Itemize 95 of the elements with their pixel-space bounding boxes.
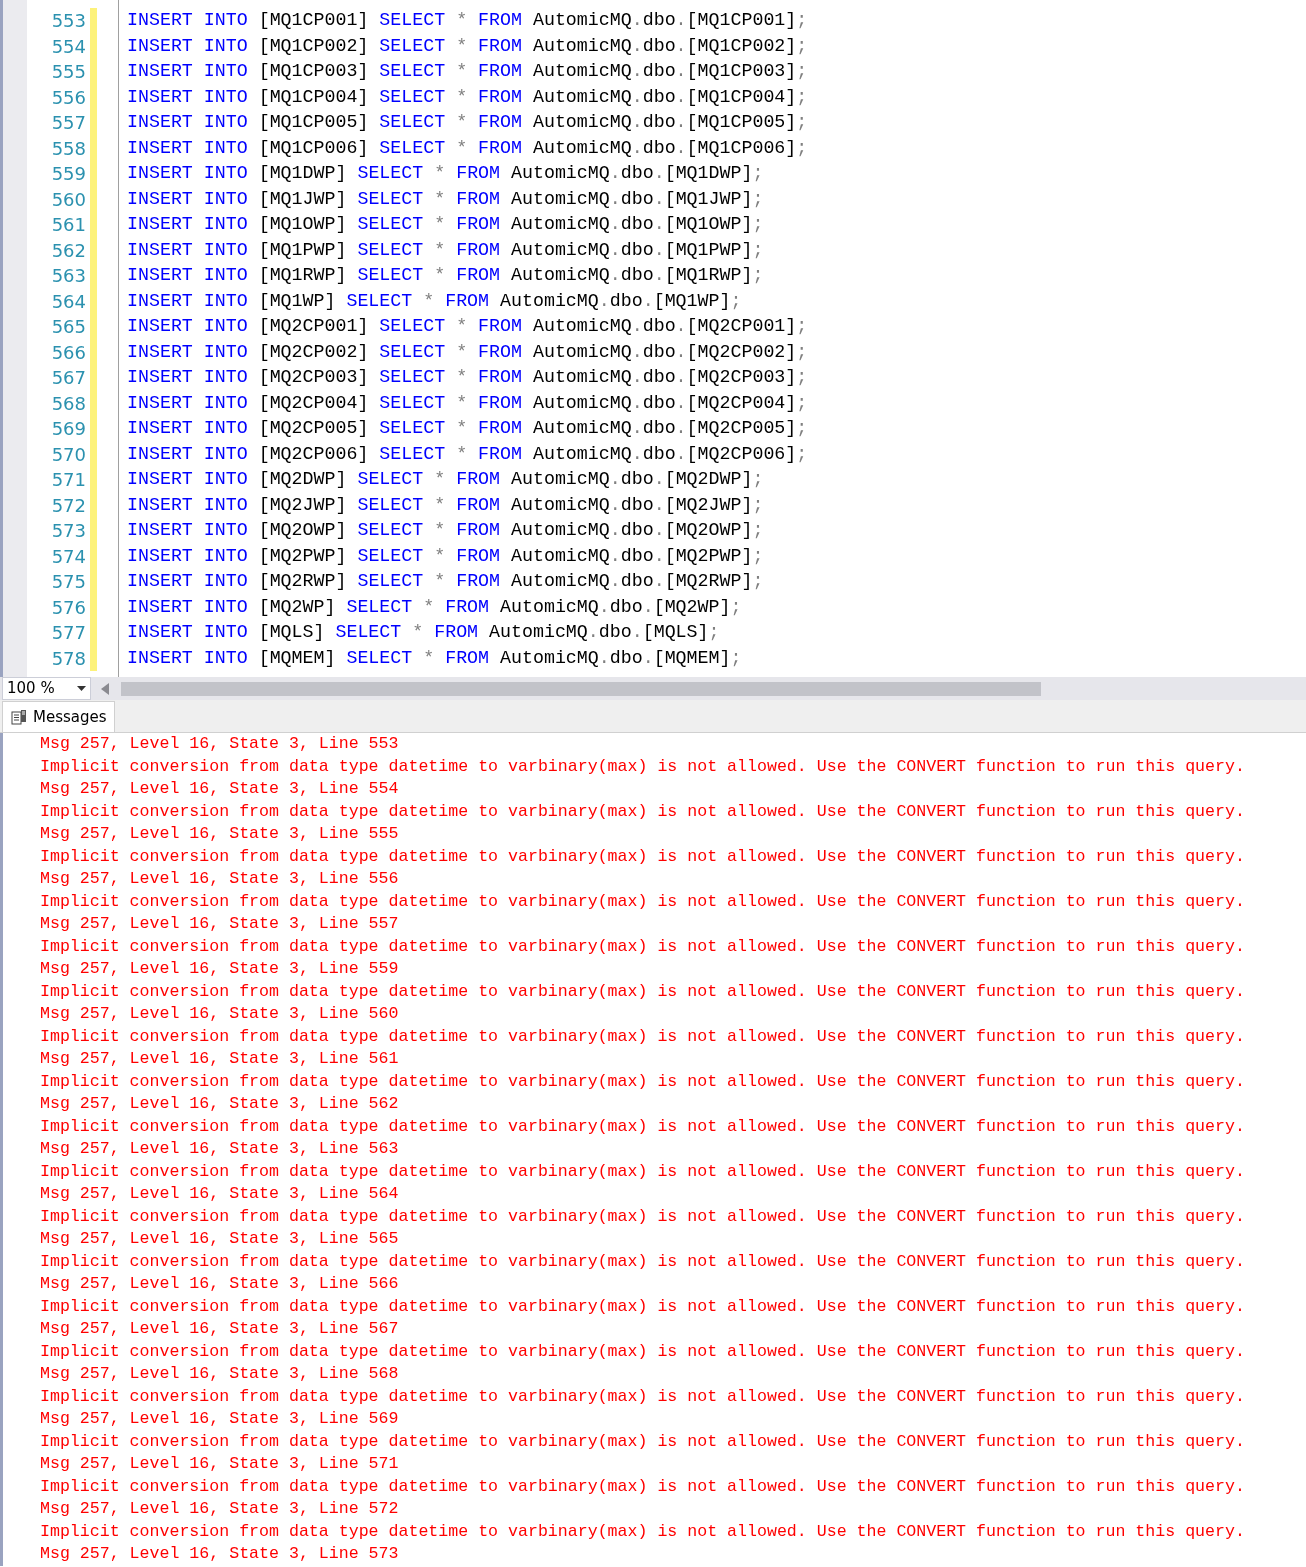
error-message: Msg 257, Level 16, State 3, Line 564: [40, 1183, 399, 1205]
error-message: Implicit conversion from data type datetime to varbinary(max) is not allowed. Use the CONVERT function to run this query.: [40, 890, 1245, 913]
error-message: Msg 257, Level 16, State 3, Line 566: [40, 1273, 399, 1295]
line-number: 566: [50, 340, 87, 365]
code-line: INSERT INTO [MQ1CP004] SELECT * FROM AutomicMQ.dbo.[MQ1CP004];: [127, 85, 808, 109]
error-message: Implicit conversion from data type datetime to varbinary(max) is not allowed. Use the CONVERT function to run this query.: [40, 1115, 1245, 1138]
line-number: 555: [50, 60, 87, 84]
zoom-dropdown[interactable]: 100 %: [2, 677, 91, 700]
line-number: 578: [50, 646, 87, 671]
scrollbar-thumb[interactable]: [121, 681, 1041, 696]
error-message: Implicit conversion from data type datetime to varbinary(max) is not allowed. Use the CONVERT function to run this query.: [40, 935, 1245, 958]
error-message: Msg 257, Level 16, State 3, Line 555: [40, 823, 399, 845]
code-line: INSERT INTO [MQ1CP006] SELECT * FROM AutomicMQ.dbo.[MQ1CP006];: [127, 136, 808, 160]
line-number: 560: [50, 187, 87, 212]
line-number: 553: [50, 9, 87, 33]
line-number: 563: [50, 264, 87, 288]
line-number: 576: [50, 595, 87, 620]
line-number: 557: [50, 111, 87, 135]
error-message: Msg 257, Level 16, State 3, Line 559: [40, 958, 399, 980]
error-message: Implicit conversion from data type datetime to varbinary(max) is not allowed. Use the CONVERT function to run this query.: [40, 1070, 1245, 1093]
error-message: Msg 257, Level 16, State 3, Line 572: [40, 1498, 399, 1520]
code-line: INSERT INTO [MQ1WP] SELECT * FROM AutomicMQ.dbo.[MQ1WP];: [127, 289, 742, 313]
line-number: 554: [50, 34, 87, 59]
code-line: INSERT INTO [MQ2CP003] SELECT * FROM AutomicMQ.dbo.[MQ2CP003];: [127, 366, 808, 389]
error-message: Implicit conversion from data type datetime to varbinary(max) is not allowed. Use the CONVERT function to run this query.: [40, 1340, 1245, 1363]
code-line: INSERT INTO [MQ2CP005] SELECT * FROM AutomicMQ.dbo.[MQ2CP005];: [127, 417, 808, 440]
error-message: Implicit conversion from data type datetime to varbinary(max) is not allowed. Use the CONVERT function to run this query.: [40, 1160, 1245, 1183]
error-message: Implicit conversion from data type datetime to varbinary(max) is not allowed. Use the CONVERT function to run this query.: [40, 1520, 1245, 1543]
error-message: Implicit conversion from data type datetime to varbinary(max) is not allowed. Use the CONVERT function to run this query.: [40, 800, 1245, 823]
code-line: INSERT INTO [MQ1RWP] SELECT * FROM AutomicMQ.dbo.[MQ1RWP];: [127, 264, 764, 287]
code-line: INSERT INTO [MQ1JWP] SELECT * FROM AutomicMQ.dbo.[MQ1JWP];: [127, 187, 764, 211]
code-line: INSERT INTO [MQ1CP001] SELECT * FROM AutomicMQ.dbo.[MQ1CP001];: [127, 9, 808, 32]
error-message: Msg 257, Level 16, State 3, Line 562: [40, 1093, 399, 1115]
code-line: INSERT INTO [MQLS] SELECT * FROM AutomicMQ.dbo.[MQLS];: [127, 621, 720, 644]
error-message: Implicit conversion from data type datetime to varbinary(max) is not allowed. Use the CONVERT function to run this query.: [40, 1205, 1245, 1228]
code-line: INSERT INTO [MQ2OWP] SELECT * FROM AutomicMQ.dbo.[MQ2OWP];: [127, 519, 764, 542]
code-line: INSERT INTO [MQMEM] SELECT * FROM AutomicMQ.dbo.[MQMEM];: [127, 646, 742, 670]
code-line: INSERT INTO [MQ2WP] SELECT * FROM AutomicMQ.dbo.[MQ2WP];: [127, 595, 742, 619]
line-number: 564: [50, 289, 87, 314]
code-line: INSERT INTO [MQ1DWP] SELECT * FROM AutomicMQ.dbo.[MQ1DWP];: [127, 162, 764, 185]
code-line: INSERT INTO [MQ2DWP] SELECT * FROM AutomicMQ.dbo.[MQ2DWP];: [127, 468, 764, 491]
line-number: 574: [50, 544, 87, 569]
error-message: Msg 257, Level 16, State 3, Line 560: [40, 1003, 399, 1025]
error-message: Msg 257, Level 16, State 3, Line 569: [40, 1408, 399, 1430]
line-number: 562: [50, 238, 87, 263]
line-number: 565: [50, 315, 87, 339]
line-number: 571: [50, 468, 87, 492]
error-message: Msg 257, Level 16, State 3, Line 557: [40, 913, 399, 935]
line-number: 561: [50, 213, 87, 237]
error-message: Msg 257, Level 16, State 3, Line 554: [40, 778, 399, 800]
code-line: INSERT INTO [MQ1CP002] SELECT * FROM AutomicMQ.dbo.[MQ1CP002];: [127, 34, 808, 58]
error-message: Implicit conversion from data type datetime to varbinary(max) is not allowed. Use the CONVERT function to run this query.: [40, 845, 1245, 868]
error-message: Implicit conversion from data type datetime to varbinary(max) is not allowed. Use the CONVERT function to run this query.: [40, 755, 1245, 778]
document-icon: [11, 709, 27, 725]
line-number: 570: [50, 442, 87, 467]
line-number: 569: [50, 417, 87, 441]
line-number: 567: [50, 366, 87, 390]
error-message: Msg 257, Level 16, State 3, Line 563: [40, 1138, 399, 1160]
error-message: Msg 257, Level 16, State 3, Line 571: [40, 1453, 399, 1475]
caret-icon: [77, 686, 86, 691]
error-message: Msg 257, Level 16, State 3, Line 567: [40, 1318, 399, 1340]
line-number: 568: [50, 391, 87, 416]
line-number: 573: [50, 519, 87, 543]
line-number: 575: [50, 570, 87, 594]
error-message: Msg 257, Level 16, State 3, Line 561: [40, 1048, 399, 1070]
error-message: Msg 257, Level 16, State 3, Line 553: [40, 733, 399, 755]
error-message: Implicit conversion from data type datetime to varbinary(max) is not allowed. Use the CONVERT function to run this query.: [40, 1385, 1245, 1408]
scroll-left-icon[interactable]: [101, 682, 109, 695]
code-line: INSERT INTO [MQ2PWP] SELECT * FROM AutomicMQ.dbo.[MQ2PWP];: [127, 544, 764, 568]
line-number: 577: [50, 621, 87, 645]
code-line: INSERT INTO [MQ1PWP] SELECT * FROM AutomicMQ.dbo.[MQ1PWP];: [127, 238, 764, 262]
code-line: INSERT INTO [MQ1CP003] SELECT * FROM AutomicMQ.dbo.[MQ1CP003];: [127, 60, 808, 83]
code-line: INSERT INTO [MQ2JWP] SELECT * FROM AutomicMQ.dbo.[MQ2JWP];: [127, 493, 764, 517]
error-message: Msg 257, Level 16, State 3, Line 573: [40, 1543, 399, 1565]
line-number: 559: [50, 162, 87, 186]
code-line: INSERT INTO [MQ2CP001] SELECT * FROM AutomicMQ.dbo.[MQ2CP001];: [127, 315, 808, 338]
code-line: INSERT INTO [MQ1OWP] SELECT * FROM AutomicMQ.dbo.[MQ1OWP];: [127, 213, 764, 236]
error-message: Implicit conversion from data type datetime to varbinary(max) is not allowed. Use the CONVERT function to run this query.: [40, 1025, 1245, 1048]
code-line: INSERT INTO [MQ2RWP] SELECT * FROM AutomicMQ.dbo.[MQ2RWP];: [127, 570, 764, 593]
line-number: 556: [50, 85, 87, 110]
error-message: Implicit conversion from data type datetime to varbinary(max) is not allowed. Use the CONVERT function to run this query.: [40, 980, 1245, 1003]
code-line: INSERT INTO [MQ1CP005] SELECT * FROM AutomicMQ.dbo.[MQ1CP005];: [127, 111, 808, 134]
code-line: INSERT INTO [MQ2CP004] SELECT * FROM AutomicMQ.dbo.[MQ2CP004];: [127, 391, 808, 415]
error-message: Implicit conversion from data type datetime to varbinary(max) is not allowed. Use the CONVERT function to run this query.: [40, 1475, 1245, 1498]
error-message: Implicit conversion from data type datetime to varbinary(max) is not allowed. Use the CONVERT function to run this query.: [40, 1250, 1245, 1273]
error-message: Msg 257, Level 16, State 3, Line 565: [40, 1228, 399, 1250]
messages-tab[interactable]: Messages: [2, 701, 115, 732]
code-line: INSERT INTO [MQ2CP002] SELECT * FROM AutomicMQ.dbo.[MQ2CP002];: [127, 340, 808, 364]
error-message: Msg 257, Level 16, State 3, Line 556: [40, 868, 399, 890]
line-number: 558: [50, 136, 87, 161]
line-number: 572: [50, 493, 87, 518]
error-message: Implicit conversion from data type datetime to varbinary(max) is not allowed. Use the CONVERT function to run this query.: [40, 1430, 1245, 1453]
error-message: Implicit conversion from data type datetime to varbinary(max) is not allowed. Use the CONVERT function to run this query.: [40, 1295, 1245, 1318]
code-line: INSERT INTO [MQ2CP006] SELECT * FROM AutomicMQ.dbo.[MQ2CP006];: [127, 442, 808, 466]
error-message: Msg 257, Level 16, State 3, Line 568: [40, 1363, 399, 1385]
